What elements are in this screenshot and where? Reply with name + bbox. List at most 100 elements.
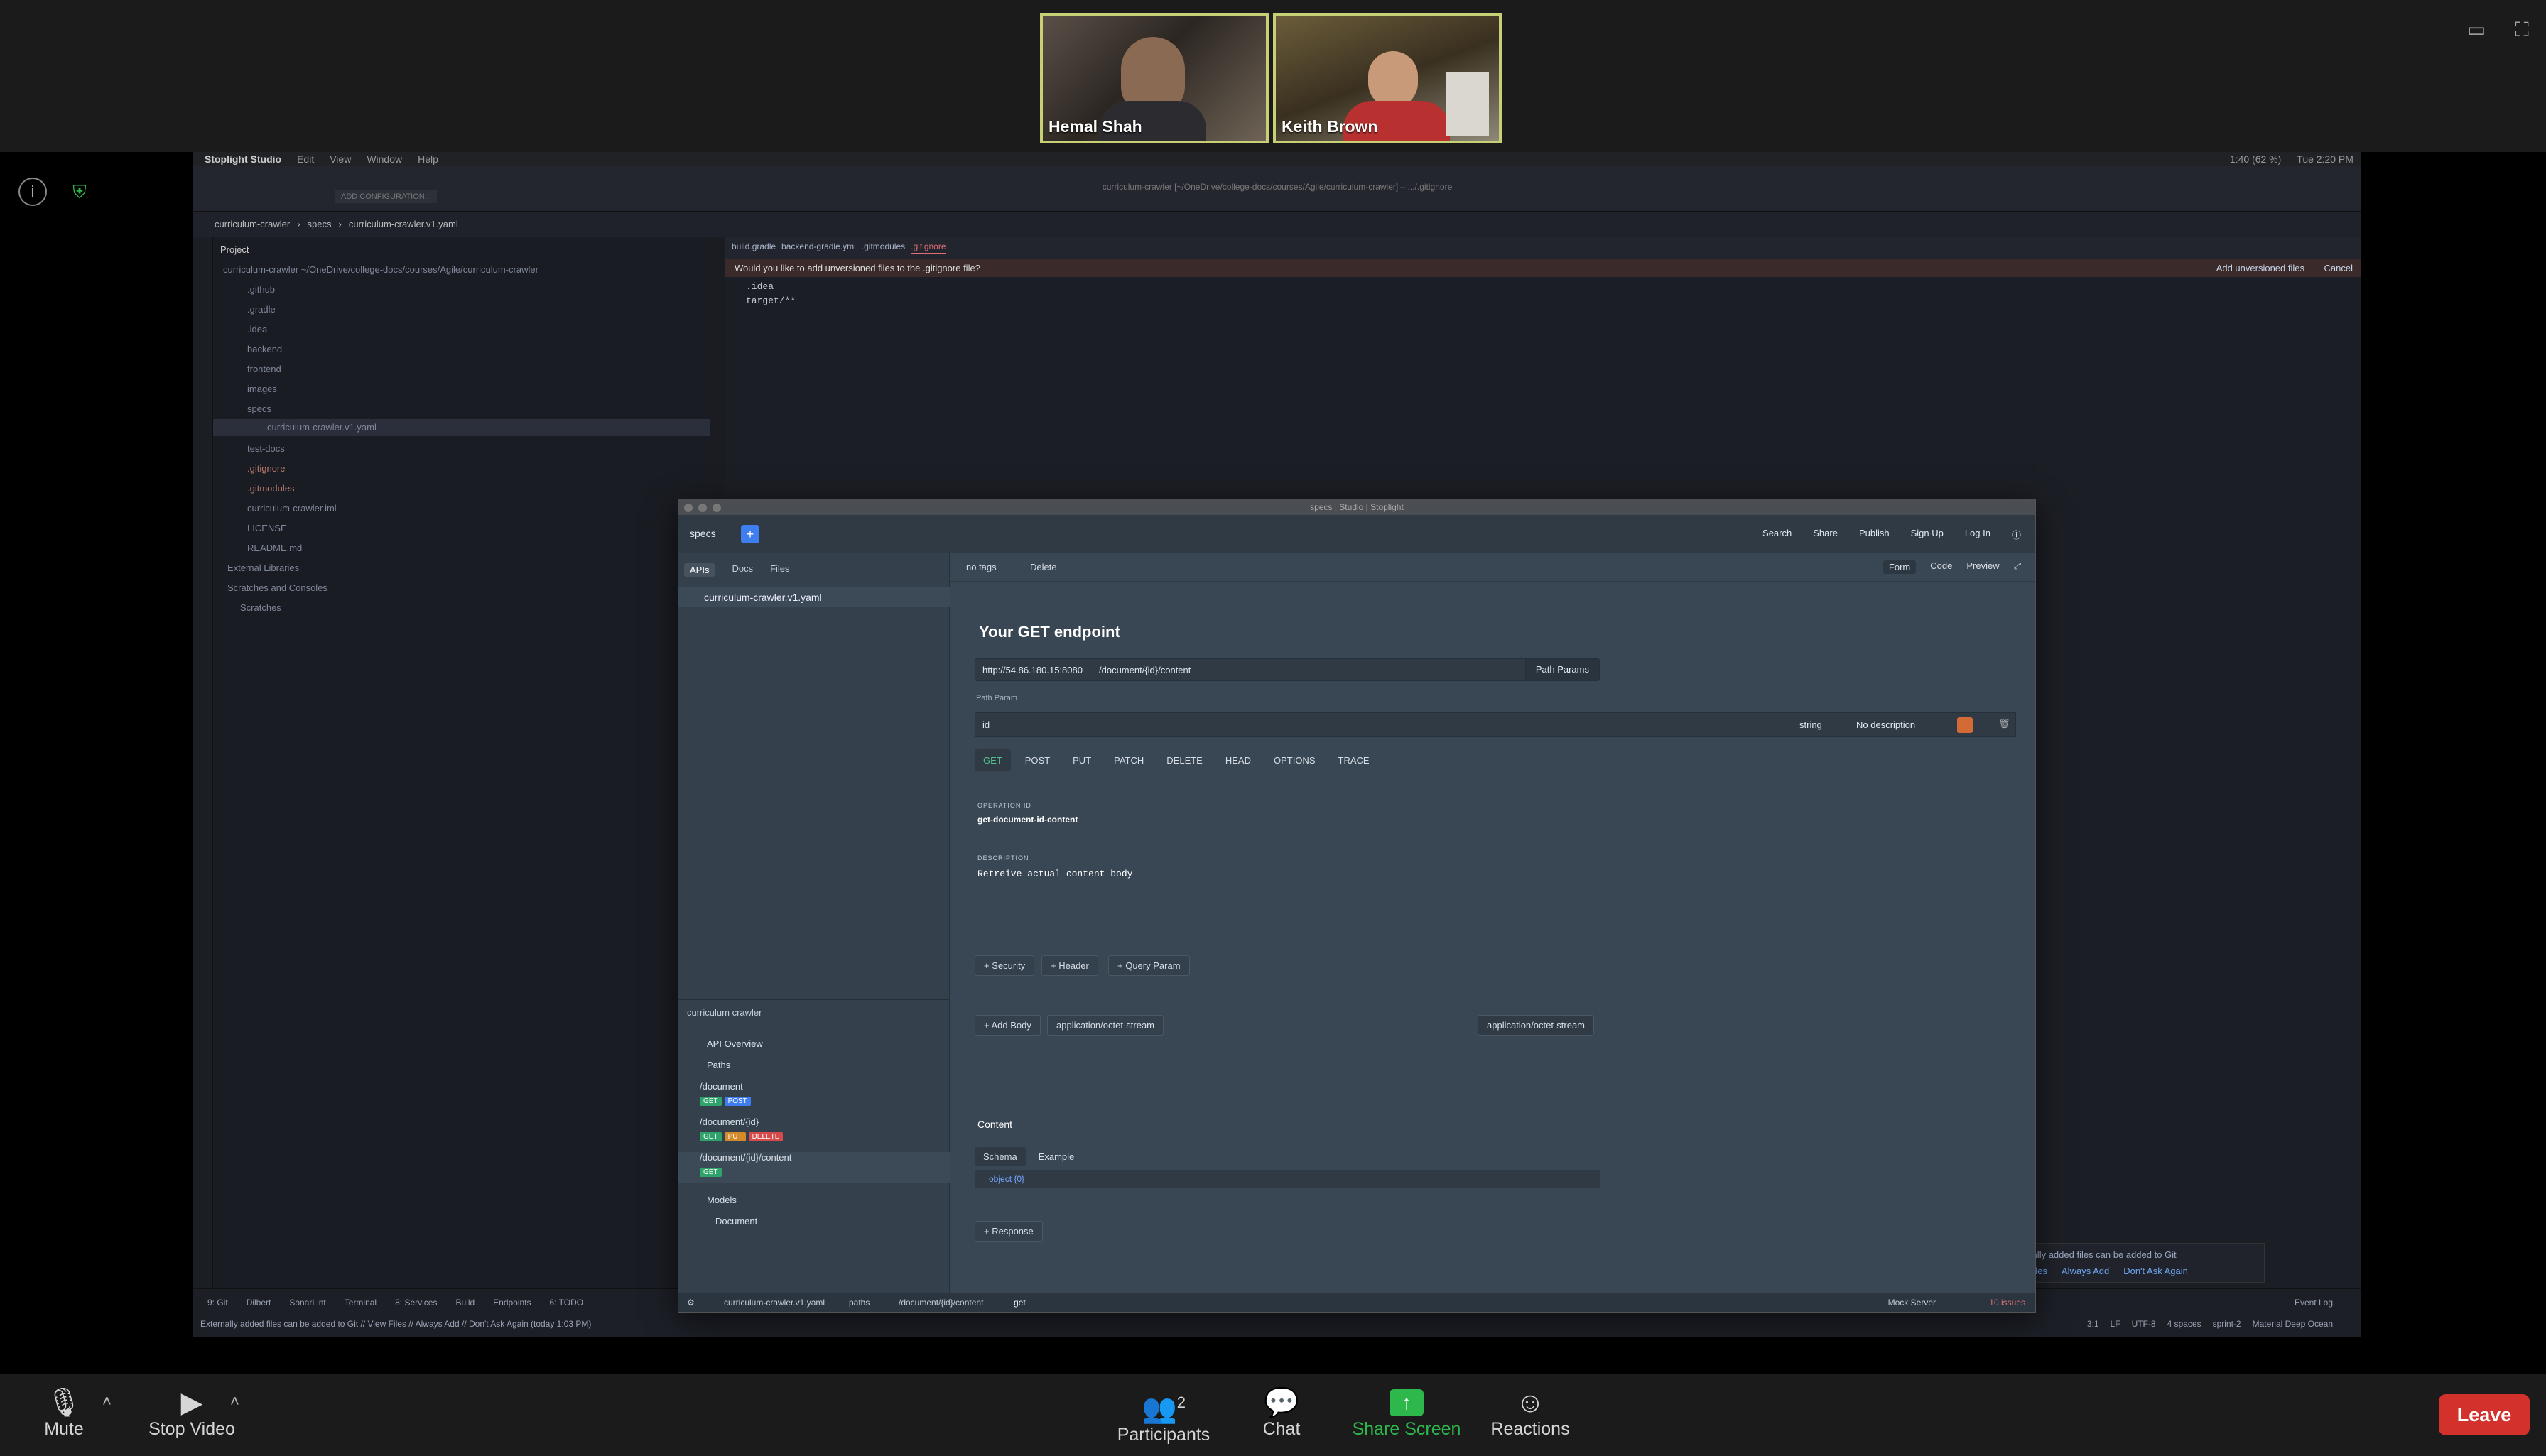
schema-root-row[interactable]: object {0} xyxy=(975,1170,1600,1188)
close-dot[interactable] xyxy=(684,504,693,512)
method-tab-get[interactable]: GET xyxy=(975,749,1011,771)
status-crumb[interactable]: curriculum-crawler.v1.yaml xyxy=(724,1298,825,1308)
menu-view[interactable]: View xyxy=(330,153,351,165)
method-tab-post[interactable]: POST xyxy=(1017,749,1058,771)
outline-paths[interactable]: Paths xyxy=(707,1060,730,1070)
method-tab-put[interactable]: PUT xyxy=(1064,749,1100,771)
video-tile-hemal[interactable]: Hemal Shah xyxy=(1040,13,1269,143)
param-type-select[interactable]: string xyxy=(1799,719,1822,730)
body-type-select[interactable]: application/octet-stream xyxy=(1047,1015,1164,1036)
tree-item[interactable]: images xyxy=(247,384,277,394)
run-config-select[interactable]: ADD CONFIGURATION... xyxy=(335,190,437,203)
video-options-chevron-icon[interactable]: ˄ xyxy=(230,1392,239,1411)
signup-button[interactable]: Sign Up xyxy=(1911,528,1944,541)
tags-button[interactable]: no tags xyxy=(966,562,997,572)
tool-services[interactable]: 8: Services xyxy=(395,1298,437,1308)
endpoint-title[interactable]: Your GET endpoint xyxy=(979,623,1120,641)
tool-build[interactable]: Build xyxy=(455,1298,475,1308)
tree-item[interactable]: backend xyxy=(247,344,282,354)
content-type-input[interactable]: application/octet-stream xyxy=(1478,1015,1595,1036)
tool-sonarlint[interactable]: SonarLint xyxy=(289,1298,325,1308)
add-security-button[interactable]: + Security xyxy=(975,955,1035,976)
method-tab-options[interactable]: OPTIONS xyxy=(1265,749,1324,771)
share-screen-button[interactable]: ↑ Share Screen xyxy=(1348,1386,1465,1440)
add-query-param-button[interactable]: + Query Param xyxy=(1108,955,1190,976)
tree-root[interactable]: curriculum-crawler ~/OneDrive/college-do… xyxy=(223,264,538,275)
delete-button[interactable]: Delete xyxy=(1030,562,1057,572)
share-button[interactable]: Share xyxy=(1813,528,1838,541)
required-toggle-icon[interactable] xyxy=(1957,717,1973,733)
status-crumb[interactable]: /document/{id}/content xyxy=(899,1298,983,1308)
publish-button[interactable]: Publish xyxy=(1859,528,1890,541)
mute-button[interactable]: 🎙 Mute xyxy=(36,1386,92,1440)
tab-backend-gradle[interactable]: backend-gradle.yml xyxy=(781,241,856,254)
mode-code[interactable]: Code xyxy=(1930,560,1952,574)
tree-item[interactable]: test-docs xyxy=(247,443,285,454)
tree-item-selected[interactable]: curriculum-crawler.v1.yaml xyxy=(213,419,710,436)
status-crumb[interactable]: paths xyxy=(849,1298,870,1308)
expand-icon[interactable]: ⤢ xyxy=(2014,560,2021,574)
event-log[interactable]: Event Log xyxy=(2295,1298,2333,1308)
tool-terminal[interactable]: Terminal xyxy=(345,1298,377,1308)
tree-item[interactable]: frontend xyxy=(247,364,281,374)
indent[interactable]: 4 spaces xyxy=(2167,1319,2201,1329)
crumb[interactable]: curriculum-crawler.v1.yaml xyxy=(349,219,458,230)
tab-apis[interactable]: APIs xyxy=(684,563,715,577)
tree-item[interactable]: Scratches xyxy=(240,602,281,613)
path-params-button[interactable]: Path Params xyxy=(1524,659,1599,680)
tree-item[interactable]: External Libraries xyxy=(227,563,299,573)
tool-git[interactable]: 9: Git xyxy=(207,1298,228,1308)
tree-item[interactable]: LICENSE xyxy=(247,523,287,533)
git-branch[interactable]: sprint-2 xyxy=(2213,1319,2241,1329)
model-item[interactable]: Document xyxy=(715,1216,757,1227)
server-host[interactable]: http://54.86.180.15:8080 xyxy=(982,665,1083,675)
leave-button[interactable]: Leave xyxy=(2439,1394,2530,1435)
caret-pos[interactable]: 3:1 xyxy=(2087,1319,2099,1329)
mock-server-button[interactable]: Mock Server xyxy=(1888,1298,1936,1308)
dont-ask-link[interactable]: Don't Ask Again xyxy=(2123,1266,2188,1276)
tree-item[interactable]: curriculum-crawler.iml xyxy=(247,503,337,514)
issues-button[interactable]: 10 issues xyxy=(1989,1298,2025,1308)
menu-app[interactable]: Stoplight Studio xyxy=(205,153,281,165)
always-add-link[interactable]: Always Add xyxy=(2062,1266,2109,1276)
tree-item[interactable]: .gradle xyxy=(247,304,276,315)
tab-gitignore[interactable]: .gitignore xyxy=(911,241,946,254)
path-input[interactable]: /document/{id}/content xyxy=(1099,665,1191,675)
menu-help[interactable]: Help xyxy=(418,153,438,165)
tool-dilbert[interactable]: Dilbert xyxy=(247,1298,271,1308)
reactions-button[interactable]: ☺ Reactions xyxy=(1488,1386,1573,1440)
tree-item[interactable]: Scratches and Consoles xyxy=(227,582,327,593)
operation-id-input[interactable]: get-document-id-content xyxy=(977,815,1078,825)
add-response-button[interactable]: + Response xyxy=(975,1221,1043,1242)
tree-item[interactable]: .github xyxy=(247,284,275,295)
encoding[interactable]: UTF-8 xyxy=(2132,1319,2156,1329)
zoom-dot[interactable] xyxy=(713,504,721,512)
add-header-button[interactable]: + Header xyxy=(1041,955,1098,976)
video-tile-keith[interactable]: Keith Brown xyxy=(1273,13,1502,143)
status-crumb[interactable]: get xyxy=(1014,1298,1026,1308)
participants-button[interactable]: 👥2 Participants xyxy=(1114,1386,1213,1445)
method-tab-head[interactable]: HEAD xyxy=(1217,749,1260,771)
workspace-select[interactable]: specs xyxy=(690,528,716,539)
tree-item[interactable]: specs xyxy=(247,403,271,414)
method-tab-patch[interactable]: PATCH xyxy=(1105,749,1152,771)
crumb[interactable]: specs xyxy=(308,219,332,230)
menu-window[interactable]: Window xyxy=(367,153,402,165)
mode-form[interactable]: Form xyxy=(1883,560,1917,574)
tab-gitmodules[interactable]: .gitmodules xyxy=(862,241,905,254)
param-desc-input[interactable]: No description xyxy=(1856,719,1915,730)
method-tab-trace[interactable]: TRACE xyxy=(1330,749,1378,771)
minimize-dot[interactable] xyxy=(698,504,707,512)
outline-overview[interactable]: API Overview xyxy=(707,1038,763,1049)
meeting-info-icon[interactable]: i xyxy=(18,178,47,206)
audio-options-chevron-icon[interactable]: ˄ xyxy=(102,1392,112,1411)
settings-icon[interactable]: ⚙ xyxy=(687,1298,695,1308)
login-button[interactable]: Log In xyxy=(1965,528,1990,541)
tool-endpoints[interactable]: Endpoints xyxy=(493,1298,531,1308)
tab-example[interactable]: Example xyxy=(1039,1147,1075,1166)
api-file-item[interactable]: curriculum-crawler.v1.yaml xyxy=(678,587,950,607)
tool-todo[interactable]: 6: TODO xyxy=(550,1298,584,1308)
param-name-input[interactable]: id xyxy=(982,719,990,730)
mode-preview[interactable]: Preview xyxy=(1966,560,1999,574)
add-body-button[interactable]: + Add Body xyxy=(975,1015,1041,1036)
